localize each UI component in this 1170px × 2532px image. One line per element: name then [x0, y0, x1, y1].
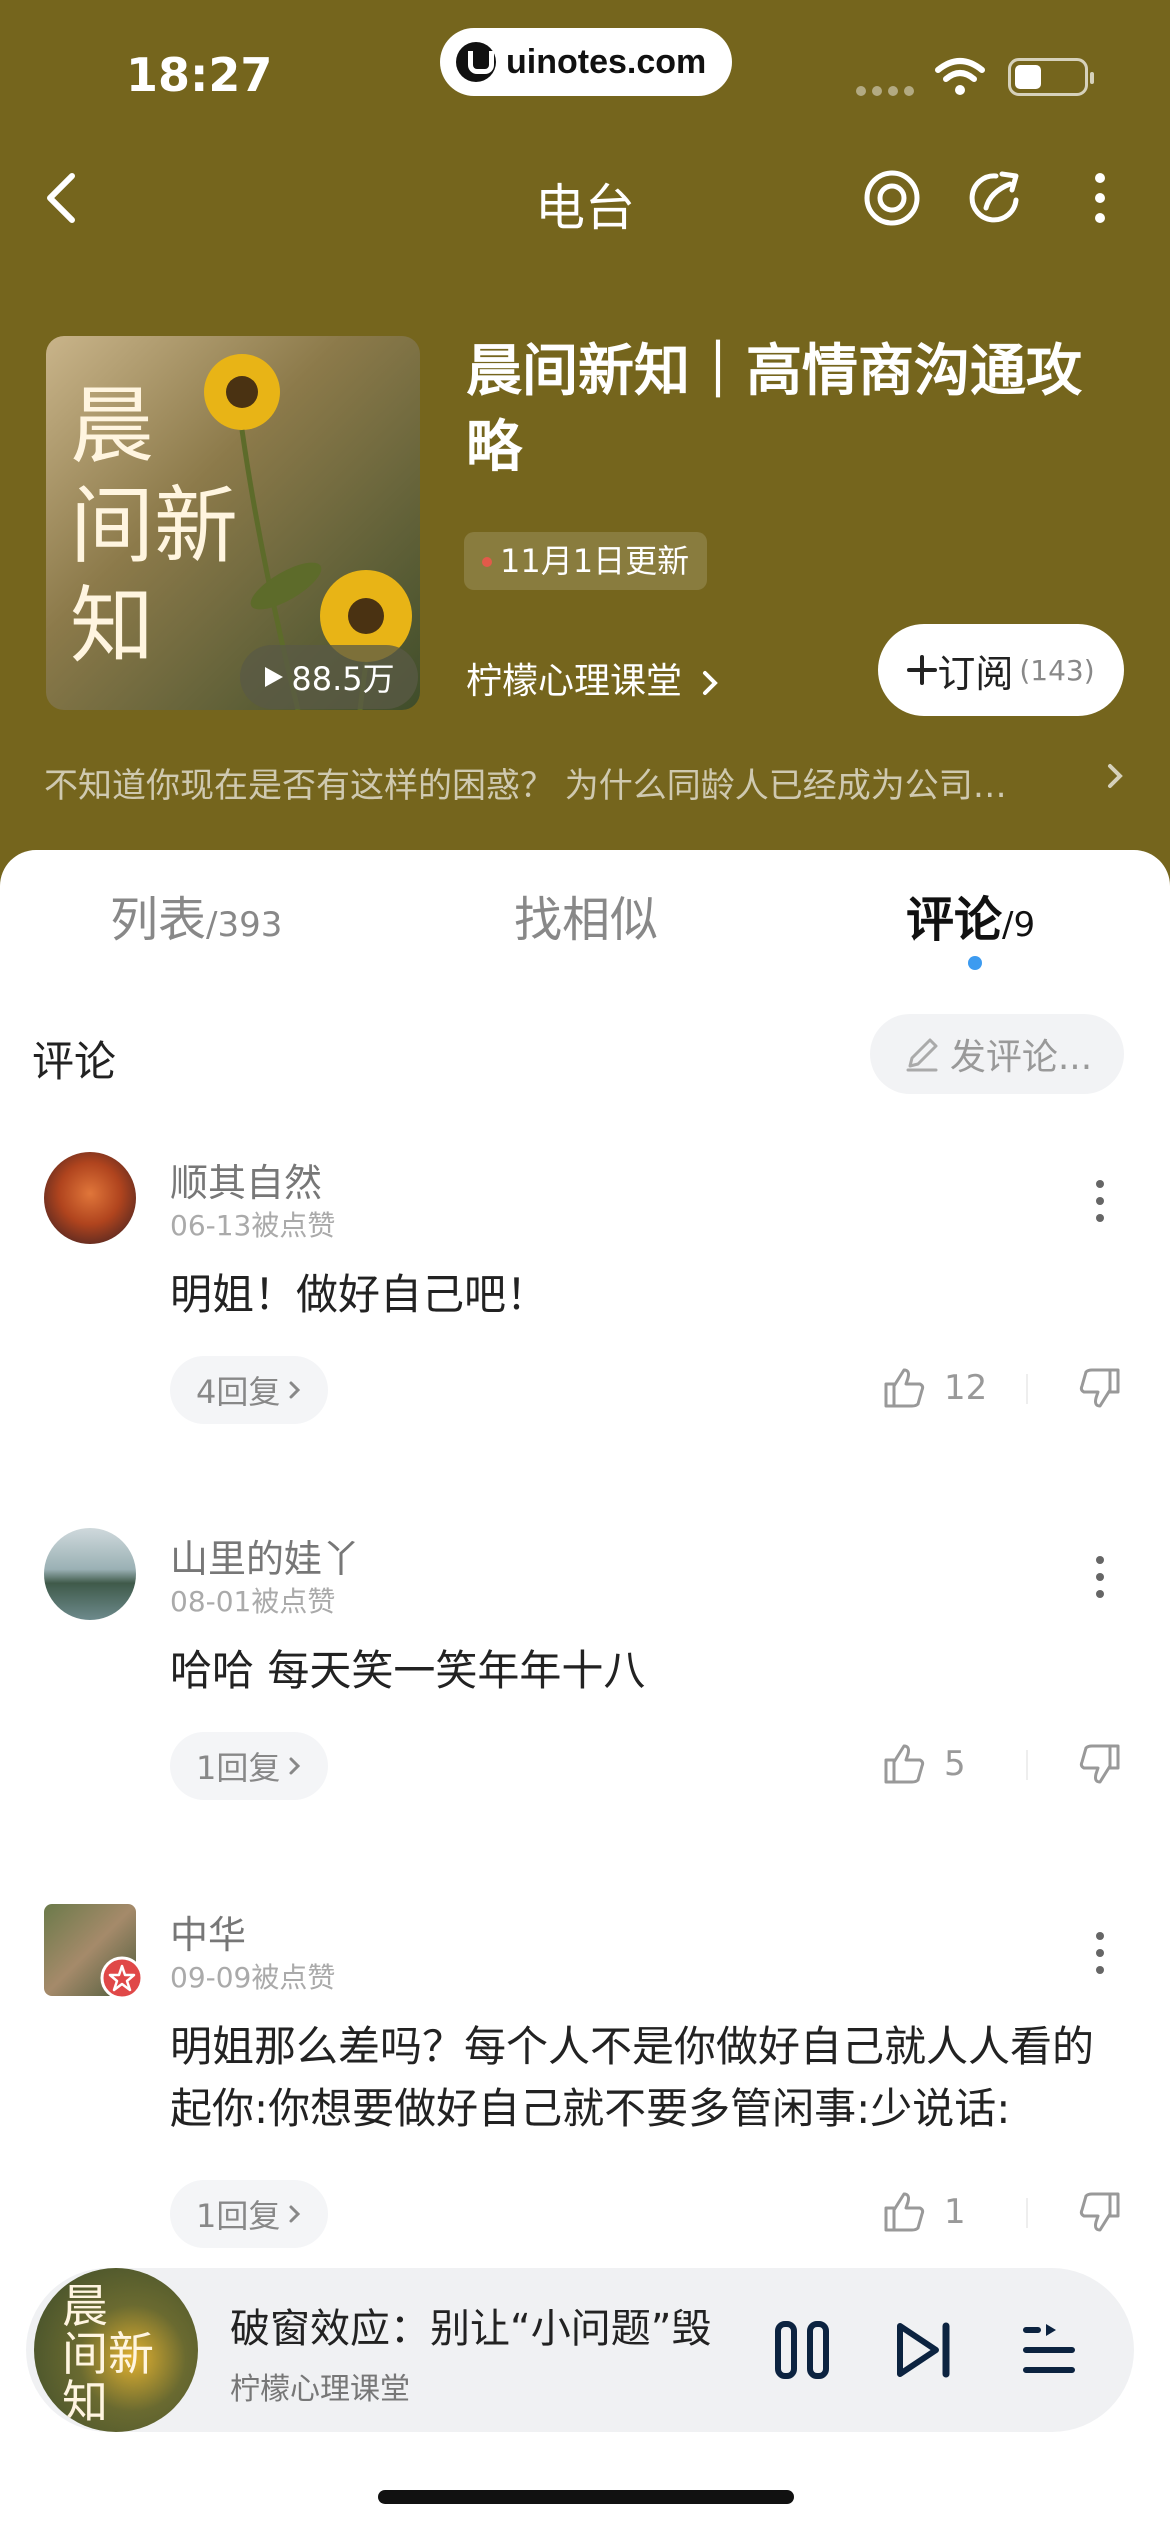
mini-player[interactable]: 晨 间新 知 破窗效应：别让“小问题”毁 柠檬心理课堂 — [26, 2268, 1134, 2432]
cellular-signal-icon — [856, 86, 914, 96]
comment-text: 明姐！做好自己吧！ — [170, 1270, 549, 1319]
like-button[interactable]: 1 — [880, 2188, 966, 2236]
like-icon — [884, 2192, 925, 2232]
chevron-right-icon[interactable] — [1104, 760, 1128, 792]
watermark-badge: uinotes.com — [440, 28, 732, 96]
more-icon[interactable] — [1088, 1176, 1112, 1226]
comment-date: 08-01被点赞 — [170, 1585, 336, 1618]
chevron-right-icon — [289, 1381, 301, 1399]
like-count: 12 — [944, 1368, 988, 1408]
dislike-icon[interactable] — [1076, 1364, 1124, 1412]
tab-comments[interactable]: 评论/9 — [906, 880, 1035, 950]
comments-heading: 评论 — [32, 1037, 117, 1086]
wifi-icon — [935, 58, 985, 95]
avatar[interactable] — [44, 1152, 136, 1244]
next-icon[interactable] — [894, 2320, 954, 2380]
cover-title-art: 晨 间新 知 — [70, 377, 239, 675]
post-comment-button[interactable]: 发评论... — [870, 1014, 1124, 1094]
more-icon[interactable] — [1088, 1552, 1112, 1602]
like-count: 1 — [944, 2192, 966, 2232]
comment-text: 明姐那么差吗？每个人不是你做好自己就人人看的起你:你想要做好自己就不要多管闲事:… — [170, 2022, 1095, 2133]
more-icon[interactable] — [1088, 1928, 1112, 1978]
comment-date: 06-13被点赞 — [170, 1209, 336, 1242]
like-button[interactable]: 5 — [880, 1740, 966, 1788]
vip-badge-icon — [100, 1956, 144, 2000]
chevron-right-icon — [703, 671, 719, 695]
subscribe-button[interactable]: 订阅 (143) — [878, 624, 1124, 716]
playlist-icon[interactable] — [1022, 2320, 1076, 2380]
play-count: 88.5万 — [291, 660, 395, 698]
album-intro[interactable]: 不知道你现在是否有这样的困惑？ 为什么同龄人已经成为公司… — [44, 758, 1084, 807]
replies-button[interactable]: 1回复 — [170, 2180, 329, 2248]
tab-similar[interactable]: 找相似 — [514, 880, 658, 950]
dislike-icon[interactable] — [1076, 1740, 1124, 1788]
watermark-text: uinotes.com — [506, 42, 707, 81]
comment-author[interactable]: 顺其自然 — [170, 1152, 322, 1207]
target-icon[interactable] — [862, 168, 922, 228]
play-count-badge: 88.5万 — [240, 645, 418, 709]
comment-author[interactable]: 中华 — [170, 1904, 246, 1959]
comment-date: 09-09被点赞 — [170, 1961, 336, 1994]
more-icon[interactable] — [1080, 168, 1120, 228]
player-track-author: 柠檬心理课堂 — [230, 2372, 410, 2407]
uinotes-logo-icon — [456, 42, 496, 82]
like-button[interactable]: 12 — [880, 1364, 987, 1412]
divider — [1026, 1750, 1028, 1780]
like-count: 5 — [944, 1744, 966, 1784]
avatar[interactable] — [44, 1528, 136, 1620]
like-icon — [884, 1744, 925, 1784]
chevron-right-icon — [289, 1757, 301, 1775]
active-tab-indicator — [968, 956, 982, 970]
edit-icon — [906, 1038, 938, 1072]
update-badge: 11月1日更新 — [464, 532, 708, 590]
pause-icon[interactable] — [772, 2320, 832, 2380]
play-icon — [265, 667, 284, 687]
author-name: 柠檬心理课堂 — [466, 661, 683, 702]
plus-icon — [907, 655, 938, 685]
replies-button[interactable]: 1回复 — [170, 1732, 329, 1800]
like-icon — [884, 1368, 925, 1408]
home-indicator — [378, 2490, 794, 2504]
dislike-icon[interactable] — [1076, 2188, 1124, 2236]
status-time: 18:27 — [126, 48, 273, 102]
chevron-right-icon — [289, 2205, 301, 2223]
author-link[interactable]: 柠檬心理课堂 — [466, 652, 721, 704]
share-icon[interactable] — [966, 168, 1026, 228]
album-title: 晨间新知｜高情商沟通攻略 — [466, 339, 1082, 480]
battery-icon — [1008, 58, 1094, 96]
player-cover[interactable]: 晨 间新 知 — [34, 2268, 198, 2432]
album-header: 18:27 uinotes.com 电台 晨 间新 知 88.5万 晨间新知｜高… — [0, 0, 1170, 900]
divider — [1026, 1374, 1028, 1404]
comment-text: 哈哈 每天笑一笑年年十八 — [170, 1646, 646, 1695]
comment-author[interactable]: 山里的娃丫 — [170, 1528, 360, 1583]
replies-button[interactable]: 4回复 — [170, 1356, 329, 1424]
divider — [1026, 2198, 1028, 2228]
player-cover-art-text: 晨 间新 知 — [62, 2279, 154, 2429]
player-track-title: 破窗效应：别让“小问题”毁 — [230, 2306, 712, 2352]
tab-list[interactable]: 列表/393 — [110, 880, 282, 950]
